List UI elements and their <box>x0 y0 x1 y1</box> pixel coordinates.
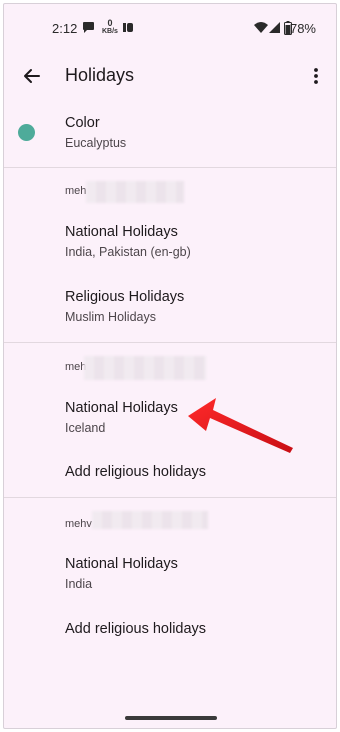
arrow-back-icon <box>24 69 40 83</box>
row-title: Religious Holidays <box>65 289 185 305</box>
wifi-icon <box>254 22 268 33</box>
message-icon <box>83 22 94 33</box>
add-religious-holidays-row[interactable]: Add religious holidays <box>4 457 336 491</box>
status-time: 2:12 <box>52 21 78 36</box>
page-title: Holidays <box>65 65 135 85</box>
redacted-email <box>86 181 184 203</box>
row-title: Add religious holidays <box>65 464 207 480</box>
network-speed: 0 KB/s <box>102 18 118 36</box>
gesture-nav-handle[interactable] <box>125 716 217 720</box>
national-holidays-row[interactable]: National Holidays India, Pakistan (en-gb… <box>4 218 336 270</box>
color-swatch <box>18 124 35 141</box>
divider <box>4 497 336 498</box>
more-vert-icon <box>314 68 318 84</box>
redacted-email <box>92 511 208 529</box>
row-subtitle: Muslim Holidays <box>65 310 156 324</box>
religious-holidays-row[interactable]: Religious Holidays Muslim Holidays <box>4 284 336 336</box>
divider <box>4 342 336 343</box>
app-bar: Holidays <box>4 52 336 100</box>
phone-screen: 2:12 0 KB/s 78% Holidays Color Eucalyptu… <box>3 3 337 729</box>
more-options-button[interactable] <box>302 62 330 90</box>
id-card-icon <box>123 23 133 32</box>
account-label: meh <box>65 185 87 197</box>
back-button[interactable] <box>18 62 46 90</box>
add-religious-holidays-row[interactable]: Add religious holidays <box>4 614 336 648</box>
row-subtitle: India <box>65 577 93 591</box>
row-title: National Holidays <box>65 224 178 240</box>
national-holidays-row[interactable]: National Holidays India <box>4 550 336 600</box>
redacted-email <box>84 356 206 380</box>
color-value: Eucalyptus <box>65 136 127 150</box>
battery-percent: 78% <box>289 21 316 36</box>
row-subtitle: Iceland <box>65 421 106 435</box>
status-bar: 2:12 0 KB/s 78% <box>4 4 336 50</box>
row-title: National Holidays <box>65 400 178 416</box>
row-subtitle: India, Pakistan (en-gb) <box>65 245 191 259</box>
divider <box>4 167 336 168</box>
color-label: Color <box>65 115 100 131</box>
row-title: Add religious holidays <box>65 621 207 637</box>
account-label: mehv <box>65 518 92 530</box>
cell-signal-icon <box>269 22 280 33</box>
color-setting-row[interactable]: Color Eucalyptus <box>4 108 336 158</box>
annotation-arrow-icon <box>188 398 293 453</box>
row-title: National Holidays <box>65 556 178 572</box>
